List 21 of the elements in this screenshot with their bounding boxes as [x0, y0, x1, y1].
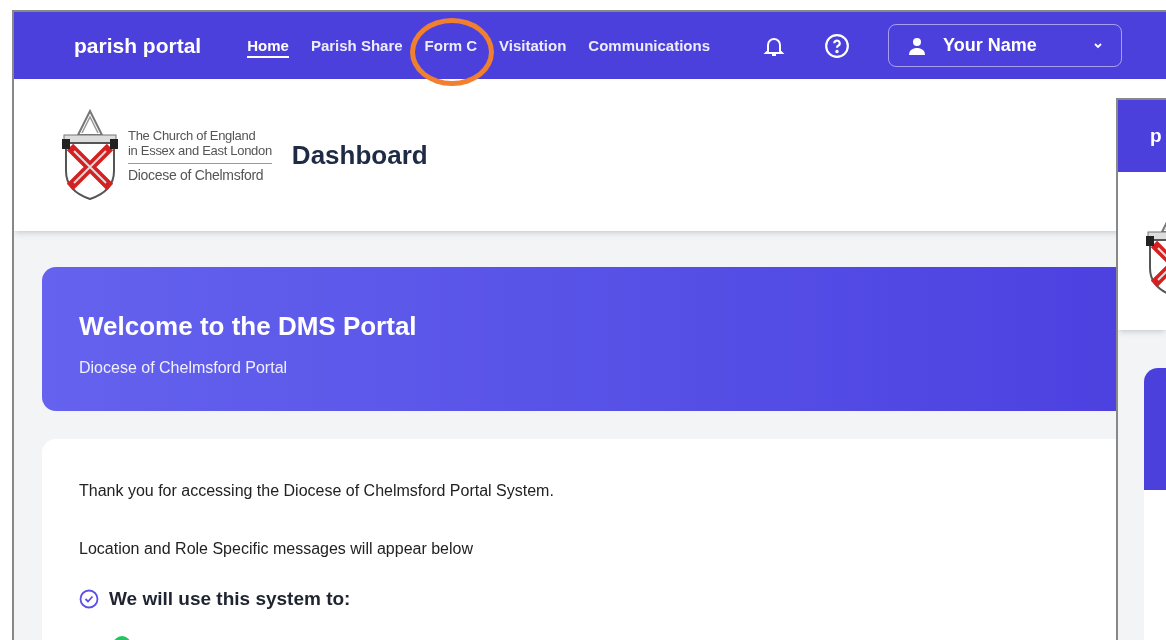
banner-title: Welcome to the DMS Portal [79, 310, 418, 343]
nav-link[interactable]: Parish Share [310, 36, 403, 58]
caret-icon [1093, 40, 1104, 51]
check-circle-icon [79, 589, 99, 610]
logo-text: The Church of England [128, 127, 257, 143]
logo-text: Diocese of Chelmsford [128, 167, 265, 183]
message-text: Thank you for accessing the Diocese of Chelmsford Portal System. [79, 481, 555, 501]
nav-link[interactable]: Form C [424, 36, 478, 58]
help-icon[interactable] [824, 32, 851, 59]
nav-link[interactable]: Communications [588, 36, 711, 58]
banner-subtitle: Diocese of Chelmsford Portal [79, 358, 289, 378]
logo-text: in Essex and East London [128, 142, 272, 164]
brand-name: parish portal [74, 32, 202, 59]
person-icon [907, 35, 928, 56]
brand-name: p [1150, 123, 1162, 148]
user-menu-button[interactable]: Your Name [888, 24, 1123, 67]
nav-link[interactable]: Visitation [499, 36, 567, 58]
message-text: Location and Role Specific messages will appear below [79, 539, 474, 559]
section-heading: We will use this system to: [109, 587, 351, 611]
page-title: Dashboard [291, 138, 428, 172]
nav-link[interactable]: Home [247, 36, 289, 58]
